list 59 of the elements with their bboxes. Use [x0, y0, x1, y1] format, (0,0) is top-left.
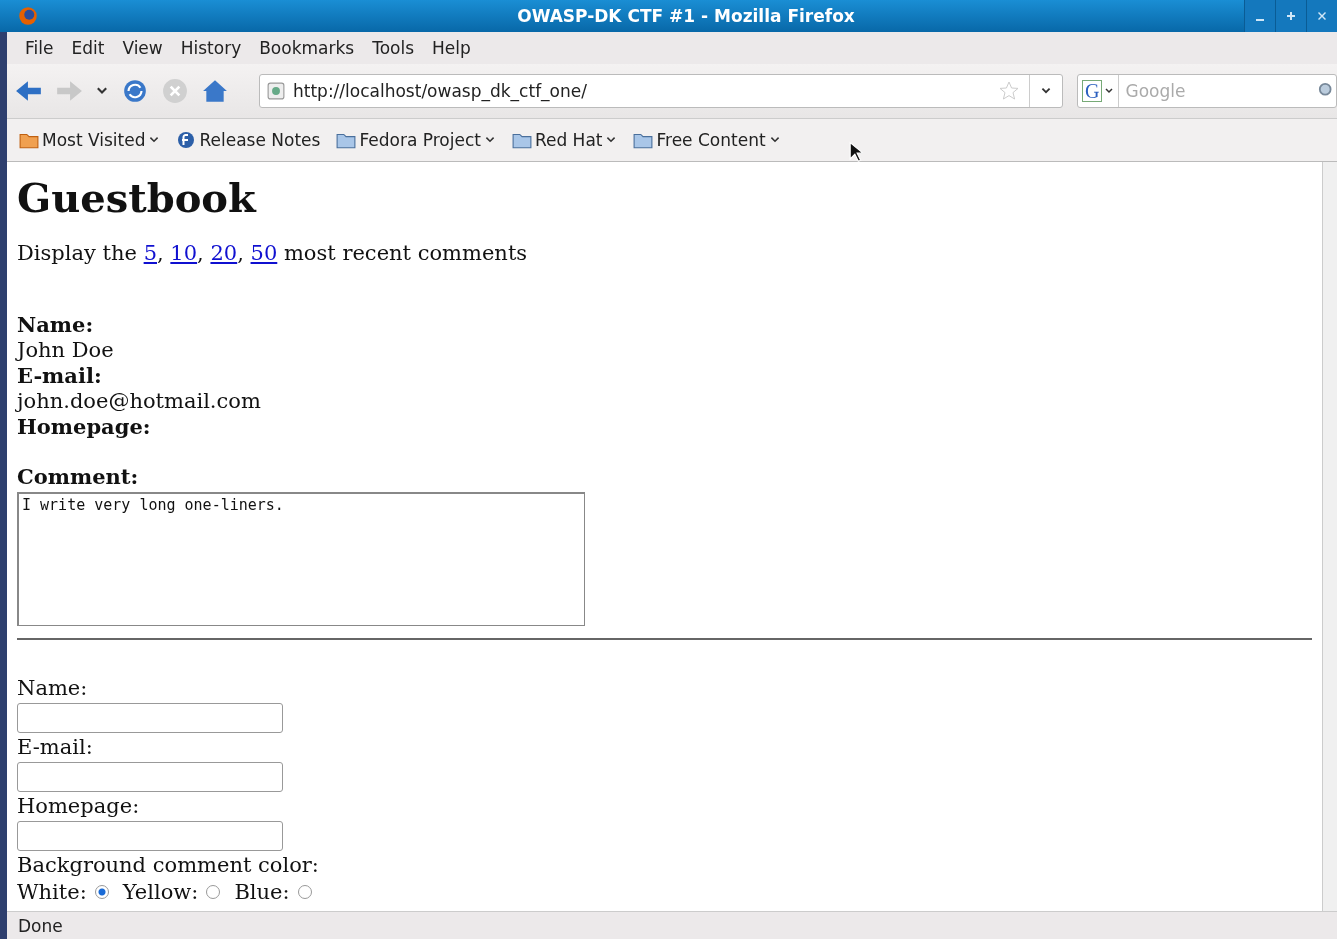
menu-item[interactable]: Edit: [63, 38, 115, 58]
radio-label: Yellow:: [122, 880, 199, 904]
chevron-down-icon: [1104, 86, 1115, 96]
comment-box: I write very long one-liners.: [17, 492, 585, 626]
entry-value: John Doe: [17, 337, 115, 363]
minimize-icon: [1256, 19, 1264, 21]
field-label: E-mail:: [17, 734, 94, 761]
comment-label: Comment:: [17, 464, 140, 489]
page-icon: [267, 82, 285, 100]
input-field[interactable]: [17, 762, 283, 792]
count-link[interactable]: 5: [143, 241, 157, 265]
entry-label: Name:: [17, 312, 95, 337]
folder-icon: [19, 131, 39, 149]
input-field[interactable]: [17, 821, 283, 851]
folder-icon: [511, 131, 532, 149]
count-link[interactable]: 50: [250, 241, 278, 265]
count-link[interactable]: 10: [170, 241, 198, 265]
home-icon[interactable]: [201, 78, 229, 104]
address-bar[interactable]: http://localhost/owasp_dk_ctf_one/: [259, 74, 1063, 108]
field-label: Homepage:: [17, 793, 141, 820]
close-icon: [1317, 11, 1327, 21]
window-title: OWASP-DK CTF #1 - Mozilla Firefox: [516, 6, 856, 26]
close-button[interactable]: [1306, 0, 1337, 32]
field-label: Name:: [17, 675, 89, 702]
url-text: http://localhost/owasp_dk_ctf_one/: [293, 81, 588, 101]
folder-icon: [633, 131, 654, 149]
count-link[interactable]: 20: [210, 241, 238, 265]
bookmark-item[interactable]: Release Notes: [172, 130, 325, 150]
stop-icon[interactable]: [161, 78, 189, 104]
status-text: Done: [7, 911, 1337, 939]
menu-item[interactable]: Help: [424, 38, 481, 58]
color-label: Background comment color:: [17, 852, 320, 879]
radio-label: Blue:: [234, 880, 290, 904]
radio-button[interactable]: [94, 885, 109, 899]
menu-item[interactable]: History: [172, 38, 252, 58]
radio-label: White:: [17, 880, 87, 904]
menu-item[interactable]: View: [114, 38, 173, 58]
plus-icon: [1286, 11, 1296, 21]
menu-item[interactable]: Bookmarks: [251, 38, 365, 58]
bookmark-item[interactable]: Fedora Project: [332, 130, 500, 150]
entry-label: Homepage:: [17, 414, 152, 439]
folder-icon: [336, 131, 357, 149]
scrollbar[interactable]: [1322, 162, 1337, 911]
star-icon[interactable]: [999, 81, 1019, 101]
bookmark-item[interactable]: Red Hat: [507, 130, 622, 150]
search-field[interactable]: G Google: [1077, 74, 1337, 108]
bookmark-item[interactable]: Free Content: [629, 130, 785, 150]
reload-icon[interactable]: [121, 78, 149, 104]
display-sentence: Display the 5, 10, 20, 50 most recent comments: [17, 240, 529, 267]
firefox-icon: [18, 6, 38, 26]
menu-item[interactable]: Tools: [364, 38, 425, 58]
fedora-icon: [176, 131, 197, 149]
entry-value: john.doe@hotmail.com: [17, 388, 262, 414]
menu-item[interactable]: File: [17, 38, 64, 58]
input-field[interactable]: [17, 703, 283, 733]
bookmark-item[interactable]: Most Visited: [15, 130, 165, 150]
page-heading: Guestbook: [17, 174, 258, 222]
maximize-button[interactable]: [1275, 0, 1306, 32]
entry-label: E-mail:: [17, 363, 103, 388]
